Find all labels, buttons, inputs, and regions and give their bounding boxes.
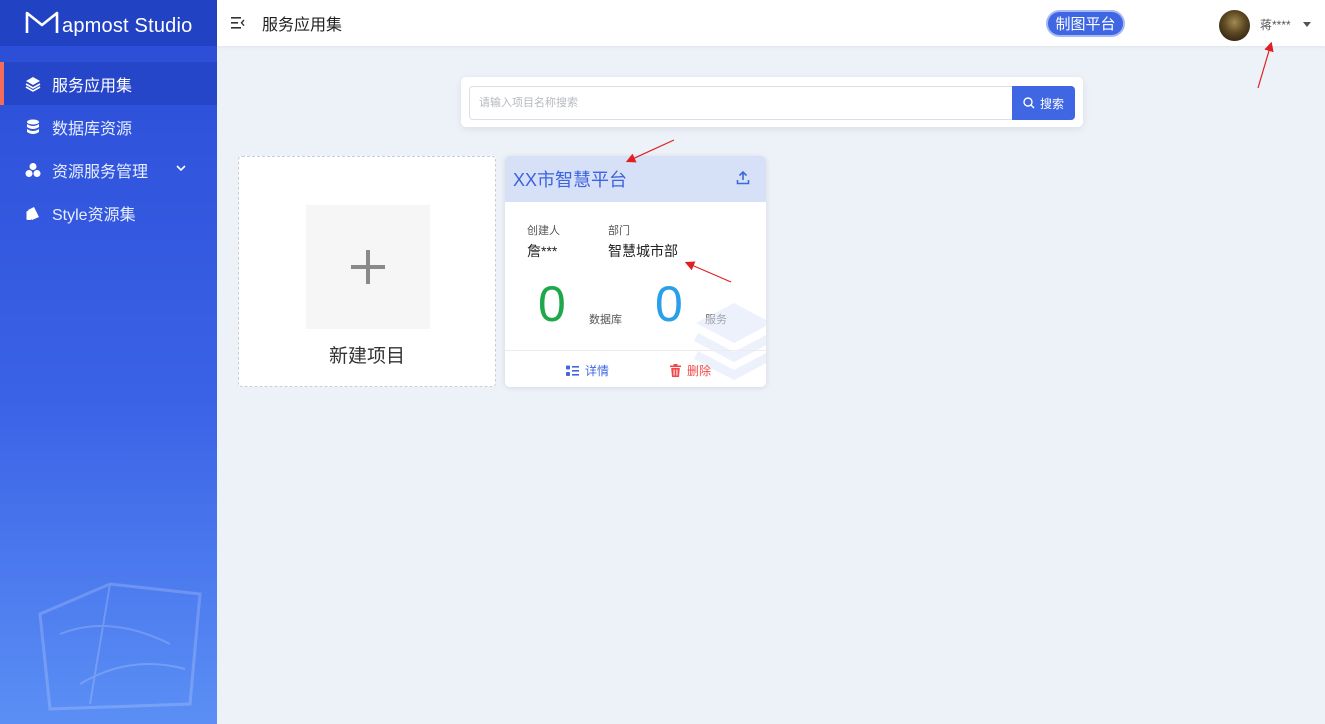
- card-divider: [505, 350, 766, 351]
- top-header: 服务应用集 制图平台 蒋****: [217, 0, 1325, 46]
- list-detail-icon: [566, 365, 579, 376]
- new-project-card[interactable]: 新建项目: [238, 156, 496, 387]
- search-button[interactable]: 搜索: [1012, 86, 1075, 120]
- database-count: 0: [538, 276, 566, 332]
- mapping-platform-button[interactable]: 制图平台: [1046, 10, 1125, 37]
- sidebar-nav: 服务应用集 数据库资源 资源服务管理 Style资源集: [0, 62, 217, 234]
- layers-icon: [24, 75, 42, 93]
- creator-label: 创建人: [527, 225, 560, 237]
- annotation-arrow: [1257, 41, 1274, 89]
- plus-icon: [351, 250, 385, 284]
- delete-button[interactable]: 删除: [670, 362, 711, 379]
- creator-value: 詹***: [527, 243, 558, 259]
- sidebar-map-decoration-icon: [38, 582, 202, 711]
- sidebar: apmost Studio 服务应用集 数据库资源 资源服务管理 Style资源…: [0, 0, 217, 724]
- logo-text: apmost Studio: [62, 14, 193, 37]
- sidebar-item-label: 资源服务管理: [52, 163, 149, 181]
- menu-fold-icon[interactable]: [231, 16, 245, 30]
- avatar[interactable]: [1219, 10, 1250, 41]
- database-count-label: 数据库: [589, 314, 622, 326]
- sidebar-item-label: 服务应用集: [52, 77, 133, 95]
- new-project-plus[interactable]: [306, 205, 430, 329]
- search-button-label: 搜索: [1039, 96, 1064, 111]
- service-count: 0: [655, 276, 683, 332]
- service-count-label: 服务: [705, 314, 727, 326]
- search-bar: 搜索: [461, 77, 1083, 127]
- detail-label: 详情: [585, 364, 610, 378]
- page-title: 服务应用集: [262, 17, 343, 34]
- logo[interactable]: apmost Studio: [0, 0, 217, 46]
- chevron-down-icon[interactable]: [175, 162, 187, 174]
- style-icon: [24, 204, 42, 222]
- upload-icon[interactable]: [736, 171, 750, 185]
- trash-icon: [670, 364, 681, 377]
- user-dropdown-caret-icon[interactable]: [1303, 22, 1311, 27]
- detail-button[interactable]: 详情: [566, 362, 609, 379]
- sidebar-item-resource-service[interactable]: 资源服务管理: [0, 148, 217, 191]
- sidebar-item-style[interactable]: Style资源集: [0, 191, 217, 234]
- delete-label: 删除: [687, 364, 712, 378]
- project-card-header: XX市智慧平台: [505, 156, 766, 202]
- database-icon: [24, 118, 42, 136]
- project-card[interactable]: XX市智慧平台 创建人 詹*** 部门 智慧城市部 0 数据库 0 服务 详情 …: [505, 156, 766, 387]
- search-input[interactable]: [469, 86, 1013, 120]
- mapmost-logo-icon: [25, 11, 59, 33]
- user-name[interactable]: 蒋****: [1260, 16, 1291, 33]
- sidebar-item-label: Style资源集: [52, 206, 136, 224]
- department-label: 部门: [608, 225, 630, 237]
- cluster-icon: [24, 161, 42, 179]
- search-icon: [1023, 97, 1035, 109]
- sidebar-item-database[interactable]: 数据库资源: [0, 105, 217, 148]
- sidebar-item-service-app-set[interactable]: 服务应用集: [0, 62, 217, 105]
- new-project-label: 新建项目: [328, 346, 405, 367]
- sidebar-item-label: 数据库资源: [52, 120, 133, 138]
- department-value: 智慧城市部: [608, 243, 678, 259]
- project-title[interactable]: XX市智慧平台: [513, 166, 627, 192]
